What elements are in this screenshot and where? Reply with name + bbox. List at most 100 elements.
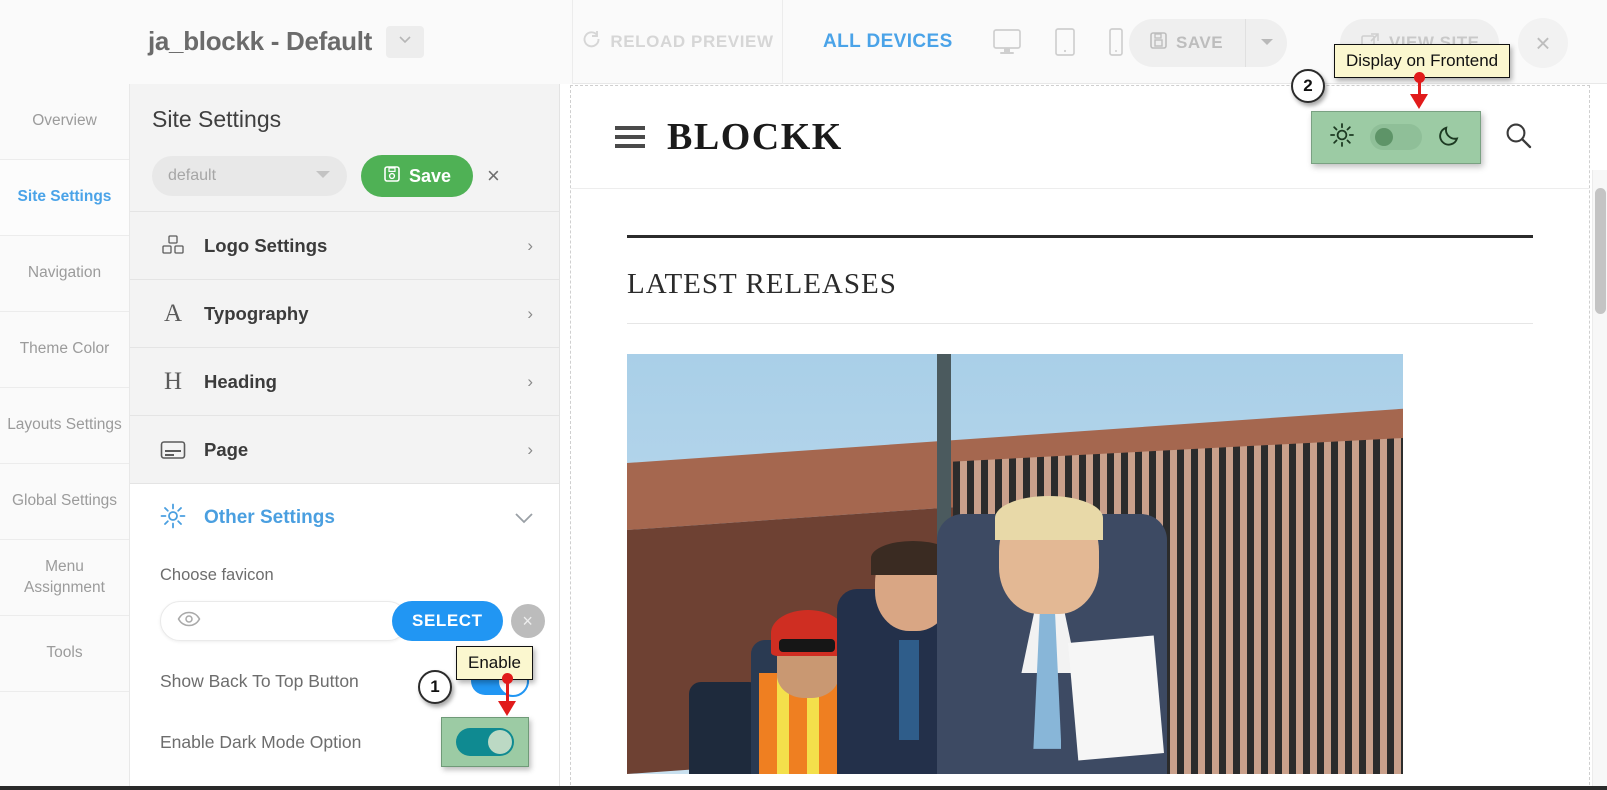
arrow-head [498, 701, 516, 716]
image-figure-primary-hair [995, 496, 1104, 541]
favicon-field-label: Choose favicon [160, 566, 274, 584]
profile-select[interactable]: default [152, 156, 347, 196]
reload-preview-label: RELOAD PREVIEW [610, 31, 774, 51]
frontend-dark-mode-toggle[interactable] [1370, 124, 1422, 150]
section-rule-bottom [627, 323, 1533, 324]
dark-mode-toggle[interactable] [456, 728, 514, 756]
toggle-knob [488, 730, 512, 754]
image-sunglasses [779, 639, 836, 653]
step-marker-2: 2 [1291, 69, 1325, 103]
panel-save-button[interactable]: Save [361, 155, 474, 197]
option-row-dark-mode: Enable Dark Mode Option [160, 717, 559, 767]
chevron-down-icon [397, 31, 413, 52]
template-title-group: ja_blockk - Default [0, 0, 573, 84]
mobile-icon[interactable] [1107, 27, 1125, 57]
save-button-label: SAVE [1176, 33, 1224, 52]
settings-group-label: Other Settings [204, 507, 335, 528]
site-header: BLOCKK [571, 86, 1589, 189]
page-title: ja_blockk - Default [147, 26, 373, 56]
preview-area: BLOCKK LATEST RELEASES [560, 84, 1607, 790]
moon-icon [1438, 123, 1462, 152]
section-rule-top [627, 235, 1533, 238]
arrow-head [1410, 94, 1428, 109]
settings-group-heading[interactable]: H Heading › [130, 348, 559, 416]
chevron-right-icon: › [527, 303, 533, 323]
page-icon [160, 440, 186, 460]
sidebar-item-tools[interactable]: Tools [0, 616, 129, 692]
image-paper [1068, 635, 1165, 761]
settings-panel: Site Settings default Save × Logo Settin… [130, 84, 560, 790]
settings-group-label: Page [204, 438, 249, 460]
chevron-down-icon [315, 167, 331, 185]
save-button-group: SAVE [1129, 19, 1288, 67]
close-builder-button[interactable]: × [1518, 18, 1568, 68]
panel-close-button[interactable]: × [487, 163, 500, 189]
dark-mode-switcher-highlight [1311, 110, 1481, 164]
panel-save-label: Save [409, 165, 452, 186]
dark-mode-label: Enable Dark Mode Option [160, 731, 362, 752]
favicon-select-button[interactable]: SELECT [392, 601, 503, 641]
template-dropdown-button[interactable] [386, 25, 425, 58]
eye-icon [177, 611, 201, 632]
site-logo[interactable]: BLOCKK [667, 115, 843, 159]
sidebar-item-site-settings[interactable]: Site Settings [0, 160, 129, 236]
gear-icon [160, 503, 186, 534]
hamburger-icon[interactable] [615, 126, 645, 148]
profile-select-value: default [168, 167, 217, 184]
device-switcher [991, 27, 1125, 57]
callout-arrow-frontend [1410, 72, 1430, 109]
settings-group-label: Typography [204, 302, 309, 324]
save-dropdown-button[interactable] [1245, 19, 1287, 67]
section-title: LATEST RELEASES [627, 268, 897, 300]
site-body: LATEST RELEASES [571, 189, 1589, 774]
refresh-icon [581, 29, 601, 54]
sidebar-item-overview[interactable]: Overview [0, 84, 129, 160]
callout-arrow-enable [498, 673, 518, 716]
search-icon[interactable] [1503, 120, 1533, 155]
sidebar: Overview Site Settings Navigation Theme … [0, 84, 130, 790]
floppy-save-icon [1149, 31, 1168, 55]
reload-preview-button[interactable]: RELOAD PREVIEW [573, 0, 783, 84]
favicon-clear-button[interactable]: × [510, 604, 545, 638]
dark-mode-highlight [441, 717, 529, 767]
sun-icon [1330, 122, 1354, 152]
settings-group-typography[interactable]: A Typography › [130, 280, 559, 348]
sidebar-item-navigation[interactable]: Navigation [0, 236, 129, 312]
settings-group-page[interactable]: Page › [130, 416, 559, 484]
letter-a-icon: A [163, 299, 183, 327]
scrollbar-thumb[interactable] [1595, 188, 1606, 314]
settings-group-logo-settings[interactable]: Logo Settings › [130, 212, 559, 280]
site-header-right [1311, 110, 1533, 164]
favicon-input[interactable] [160, 601, 408, 641]
sidebar-item-theme-color[interactable]: Theme Color [0, 312, 129, 388]
sidebar-item-menu-assignment[interactable]: Menu Assignment [0, 540, 129, 616]
preview-frame: BLOCKK LATEST RELEASES [570, 85, 1590, 790]
save-button[interactable]: SAVE [1129, 19, 1245, 67]
desktop-icon[interactable] [991, 28, 1023, 56]
window-bottom-edge [0, 786, 1607, 790]
letter-h-icon: H [163, 367, 183, 395]
settings-panel-actions: default Save × [152, 155, 559, 197]
cubes-icon [160, 234, 186, 257]
settings-group-other-settings[interactable]: Other Settings [130, 484, 559, 552]
settings-panel-header: Site Settings default Save × [130, 84, 559, 211]
toggle-knob [1375, 128, 1393, 146]
all-devices-button[interactable]: ALL DEVICES [823, 31, 953, 53]
sidebar-item-global-settings[interactable]: Global Settings [0, 464, 129, 540]
caret-down-icon [1260, 34, 1274, 52]
tooltip-enable: Enable [456, 646, 533, 680]
favicon-field-row: SELECT × [160, 601, 559, 641]
image-figure-secondary-tie [898, 640, 919, 741]
step-marker-1: 1 [418, 670, 452, 704]
chevron-right-icon: › [527, 439, 533, 459]
settings-panel-title: Site Settings [152, 106, 282, 132]
article-image [627, 354, 1403, 774]
chevron-right-icon: › [527, 235, 533, 255]
tablet-icon[interactable] [1053, 27, 1077, 57]
chevron-right-icon: › [527, 371, 533, 391]
preview-scrollbar[interactable] [1592, 170, 1607, 790]
settings-group-label: Heading [204, 370, 277, 392]
sidebar-item-layouts-settings[interactable]: Layouts Settings [0, 388, 129, 464]
app-root: ja_blockk - Default RELOAD PREVIEW ALL D… [0, 0, 1607, 790]
settings-group-label: Logo Settings [204, 234, 328, 256]
